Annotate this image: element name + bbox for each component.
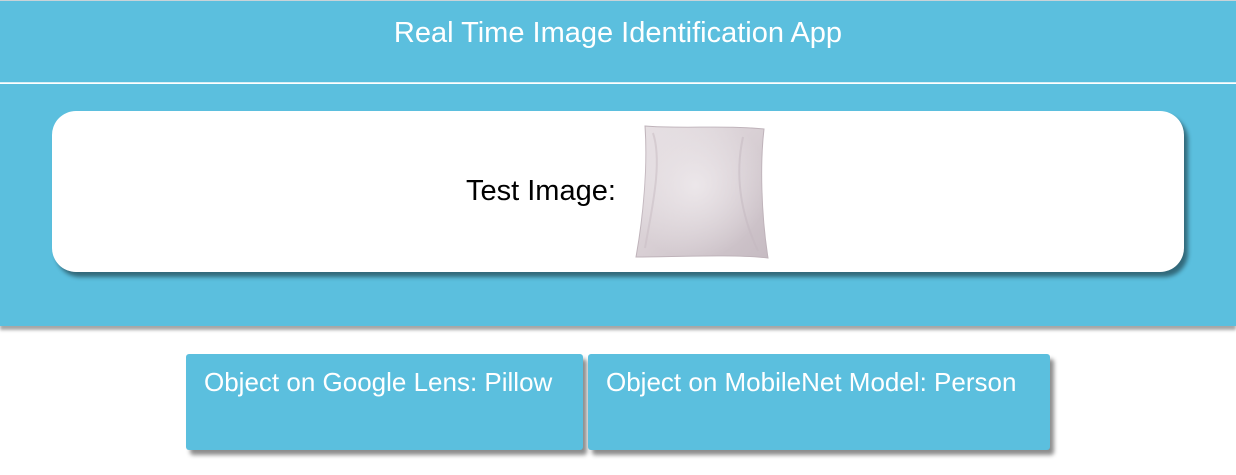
- page-title: Real Time Image Identification App: [393, 17, 843, 49]
- google-lens-result-button[interactable]: Object on Google Lens: Pillow: [186, 354, 583, 450]
- test-image-label: Test Image:: [466, 175, 616, 207]
- mobilenet-result-button[interactable]: Object on MobileNet Model: Person: [588, 354, 1050, 450]
- pillow-image: [635, 125, 769, 259]
- main-band: Test Image:: [0, 84, 1236, 326]
- test-image-card: Test Image:: [52, 111, 1184, 272]
- test-image: [633, 123, 773, 261]
- app-header: Real Time Image Identification App: [0, 0, 1236, 83]
